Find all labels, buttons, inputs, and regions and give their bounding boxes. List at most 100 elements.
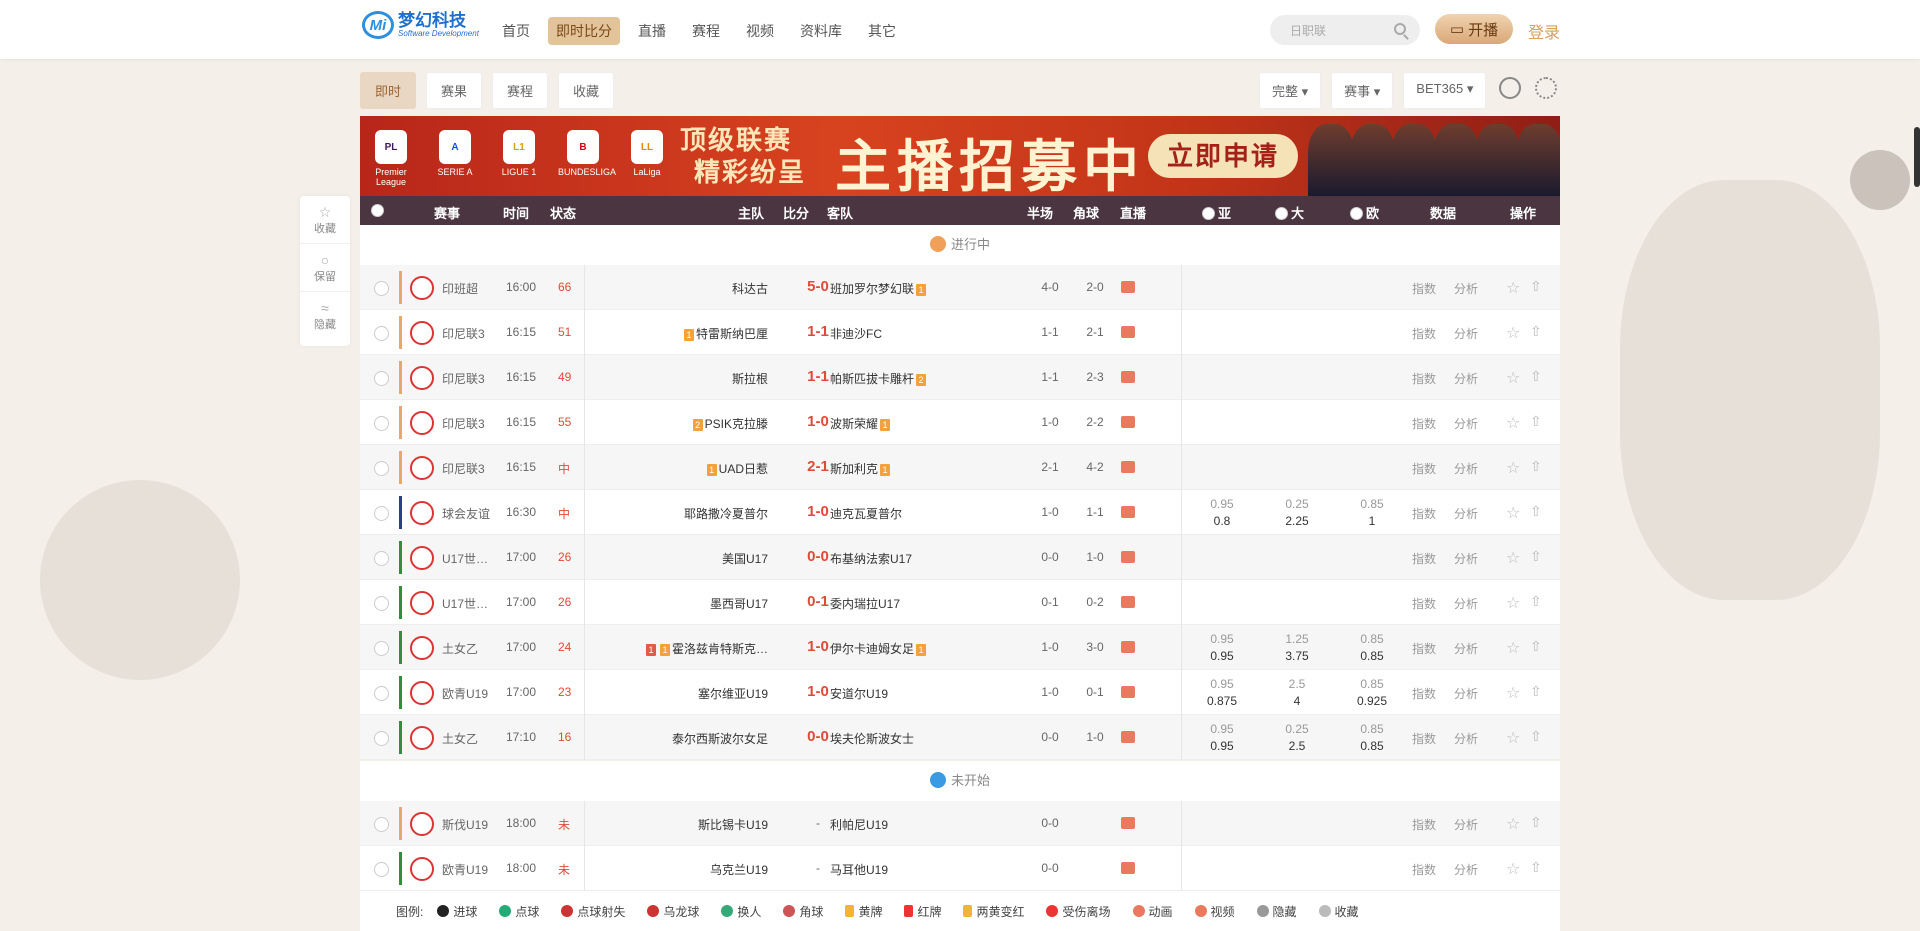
live-video-icon[interactable] bbox=[1121, 461, 1135, 473]
match-row[interactable]: 土女乙 17:00 24 1 1 霍洛兹肯特斯克… 1-0 伊尔卡迪姆女足 1 1-0 3-0 0.9… bbox=[360, 625, 1560, 670]
home-team[interactable]: 1 1 霍洛兹肯特斯克… bbox=[644, 640, 768, 657]
row-select-checkbox[interactable] bbox=[374, 416, 389, 431]
tab-fixtures[interactable]: 赛程 bbox=[492, 72, 549, 109]
home-team[interactable]: 耶路撒冷夏普尔 bbox=[684, 505, 768, 522]
col-big[interactable]: 大 bbox=[1275, 203, 1304, 222]
odds-cell[interactable]: 0.85 0.85 bbox=[1342, 721, 1402, 755]
odds-cell[interactable]: 0.95 0.8 bbox=[1192, 496, 1252, 530]
league-logo-premier[interactable]: PL Premier League bbox=[366, 130, 416, 187]
live-video-icon[interactable] bbox=[1121, 596, 1135, 608]
match-row[interactable]: 球会友谊 16:30 中耶路撒冷夏普尔 1-0 迪克瓦夏普尔 1-0 1-1 0.95 0.8 0… bbox=[360, 490, 1560, 535]
pin-top-icon[interactable]: ⇧ bbox=[1530, 593, 1542, 610]
star-icon[interactable]: ☆ bbox=[1506, 458, 1520, 478]
live-video-icon[interactable] bbox=[1121, 862, 1135, 874]
row-select-checkbox[interactable] bbox=[374, 461, 389, 476]
league-name[interactable]: 欧青U19 bbox=[442, 861, 492, 878]
tab-live[interactable]: 即时 bbox=[360, 72, 417, 109]
pin-top-icon[interactable]: ⇧ bbox=[1530, 323, 1542, 340]
league-name[interactable]: 斯伐U19 bbox=[442, 816, 492, 833]
search-icon[interactable] bbox=[1394, 23, 1406, 35]
index-link[interactable]: 指数 bbox=[1412, 816, 1436, 833]
settings-icon[interactable] bbox=[1535, 77, 1557, 99]
away-team[interactable]: 伊尔卡迪姆女足 1 bbox=[830, 640, 928, 657]
home-team[interactable]: 塞尔维亚U19 bbox=[698, 685, 768, 702]
side-hide[interactable]: ≈ 隐藏 bbox=[300, 292, 350, 340]
row-select-checkbox[interactable] bbox=[374, 281, 389, 296]
index-link[interactable]: 指数 bbox=[1412, 861, 1436, 878]
star-icon[interactable]: ☆ bbox=[1506, 278, 1520, 298]
league-name[interactable]: 印尼联3 bbox=[442, 415, 492, 432]
home-team[interactable]: 乌克兰U19 bbox=[710, 861, 768, 878]
analysis-link[interactable]: 分析 bbox=[1454, 505, 1478, 522]
index-link[interactable]: 指数 bbox=[1412, 730, 1436, 747]
analysis-link[interactable]: 分析 bbox=[1454, 595, 1478, 612]
home-team[interactable]: 墨西哥U17 bbox=[710, 595, 768, 612]
star-icon[interactable]: ☆ bbox=[1506, 638, 1520, 658]
analysis-link[interactable]: 分析 bbox=[1454, 415, 1478, 432]
pin-top-icon[interactable]: ⇧ bbox=[1530, 728, 1542, 745]
live-video-icon[interactable] bbox=[1121, 731, 1135, 743]
star-icon[interactable]: ☆ bbox=[1506, 859, 1520, 879]
odds-cell[interactable]: 0.25 2.25 bbox=[1267, 496, 1327, 530]
home-team[interactable]: 斯拉根 bbox=[732, 370, 768, 387]
league-name[interactable]: 印尼联3 bbox=[442, 325, 492, 342]
away-team[interactable]: 委内瑞拉U17 bbox=[830, 595, 900, 612]
analysis-link[interactable]: 分析 bbox=[1454, 730, 1478, 747]
odds-cell[interactable]: 0.25 2.5 bbox=[1267, 721, 1327, 755]
league-name[interactable]: 土女乙 bbox=[442, 730, 492, 747]
league-filter-dropdown[interactable]: 赛事 ▾ bbox=[1331, 72, 1394, 109]
league-name[interactable]: U17世… bbox=[442, 550, 492, 567]
live-video-icon[interactable] bbox=[1121, 817, 1135, 829]
away-team[interactable]: 帕斯匹拔卡雕杆 2 bbox=[830, 370, 928, 387]
analysis-link[interactable]: 分析 bbox=[1454, 280, 1478, 297]
away-team[interactable]: 班加罗尔梦幻联 1 bbox=[830, 280, 928, 297]
away-team[interactable]: 斯加利克 1 bbox=[830, 460, 892, 477]
live-video-icon[interactable] bbox=[1121, 326, 1135, 338]
match-row[interactable]: U17世… 17:00 26 美国U17 0-0 布基纳法索U17 0-0 1-0 指数 分析 ☆ ⇧ bbox=[360, 535, 1560, 580]
match-row[interactable]: 欧青U19 17:00 23 塞尔维亚U19 1-0 安道尔U19 1-0 0-1 0.95 0.… bbox=[360, 670, 1560, 715]
pin-top-icon[interactable]: ⇧ bbox=[1530, 278, 1542, 295]
row-select-checkbox[interactable] bbox=[374, 506, 389, 521]
pin-top-icon[interactable]: ⇧ bbox=[1530, 548, 1542, 565]
league-logo-ligue1[interactable]: L1 LIGUE 1 bbox=[494, 130, 544, 187]
apply-now-button[interactable]: 立即申请 bbox=[1148, 134, 1298, 178]
live-video-icon[interactable] bbox=[1121, 281, 1135, 293]
pin-top-icon[interactable]: ⇧ bbox=[1530, 368, 1542, 385]
odds-cell[interactable]: 0.95 0.95 bbox=[1192, 721, 1252, 755]
view-mode-dropdown[interactable]: 完整 ▾ bbox=[1259, 72, 1322, 109]
index-link[interactable]: 指数 bbox=[1412, 550, 1436, 567]
match-row[interactable]: 欧青U19 18:00 未乌克兰U19- 马耳他U19 0-0 指数 分析 ☆ ⇧ bbox=[360, 846, 1560, 891]
live-video-icon[interactable] bbox=[1121, 641, 1135, 653]
pin-top-icon[interactable]: ⇧ bbox=[1530, 638, 1542, 655]
match-row[interactable]: 印尼联3 16:15 55 2 PSIK克拉滕 1-0 波斯荣耀 1 1-0 2-2 指数 分析 ☆ ⇧ bbox=[360, 400, 1560, 445]
star-icon[interactable]: ☆ bbox=[1506, 368, 1520, 388]
nav-live-score[interactable]: 即时比分 bbox=[548, 17, 620, 45]
index-link[interactable]: 指数 bbox=[1412, 685, 1436, 702]
index-link[interactable]: 指数 bbox=[1412, 640, 1436, 657]
star-icon[interactable]: ☆ bbox=[1506, 728, 1520, 748]
row-select-checkbox[interactable] bbox=[374, 326, 389, 341]
row-select-checkbox[interactable] bbox=[374, 686, 389, 701]
match-row[interactable]: 印班超 16:00 66 科达古 5-0 班加罗尔梦幻联 1 4-0 2-0 指数 分析 ☆ ⇧ bbox=[360, 265, 1560, 310]
tab-favorites[interactable]: 收藏 bbox=[558, 72, 615, 109]
star-icon[interactable]: ☆ bbox=[1506, 548, 1520, 568]
match-row[interactable]: 斯伐U19 18:00 未斯比锡卡U19- 利帕尼U19 0-0 指数 分析 ☆ ⇧ bbox=[360, 801, 1560, 846]
odds-cell[interactable]: 0.95 0.875 bbox=[1192, 676, 1252, 710]
logo[interactable]: Mi 梦幻科技 Software Development bbox=[362, 11, 479, 39]
odds-cell[interactable]: 2.5 4 bbox=[1267, 676, 1327, 710]
index-link[interactable]: 指数 bbox=[1412, 505, 1436, 522]
match-row[interactable]: 印尼联3 16:15 51 1 特雷斯纳巴厘 1-1 非迪沙FC 1-1 2-1 指数 分析 ☆ ⇧ bbox=[360, 310, 1560, 355]
away-team[interactable]: 埃夫伦斯波女士 bbox=[830, 730, 914, 747]
pin-top-icon[interactable]: ⇧ bbox=[1530, 413, 1542, 430]
league-logo-bundesliga[interactable]: B BUNDESLIGA bbox=[558, 130, 616, 187]
home-team[interactable]: 斯比锡卡U19 bbox=[698, 816, 768, 833]
row-select-checkbox[interactable] bbox=[374, 862, 389, 877]
pin-top-icon[interactable]: ⇧ bbox=[1530, 683, 1542, 700]
col-asian[interactable]: 亚 bbox=[1202, 203, 1231, 222]
scroll-indicator[interactable] bbox=[1914, 127, 1920, 187]
promo-banner[interactable]: PL Premier League A SERIE A L1 LIGUE 1 B BUN… bbox=[360, 116, 1560, 196]
index-link[interactable]: 指数 bbox=[1412, 325, 1436, 342]
league-name[interactable]: 球会友谊 bbox=[442, 505, 492, 522]
col-euro[interactable]: 欧 bbox=[1350, 203, 1379, 222]
league-name[interactable]: 印班超 bbox=[442, 280, 492, 297]
